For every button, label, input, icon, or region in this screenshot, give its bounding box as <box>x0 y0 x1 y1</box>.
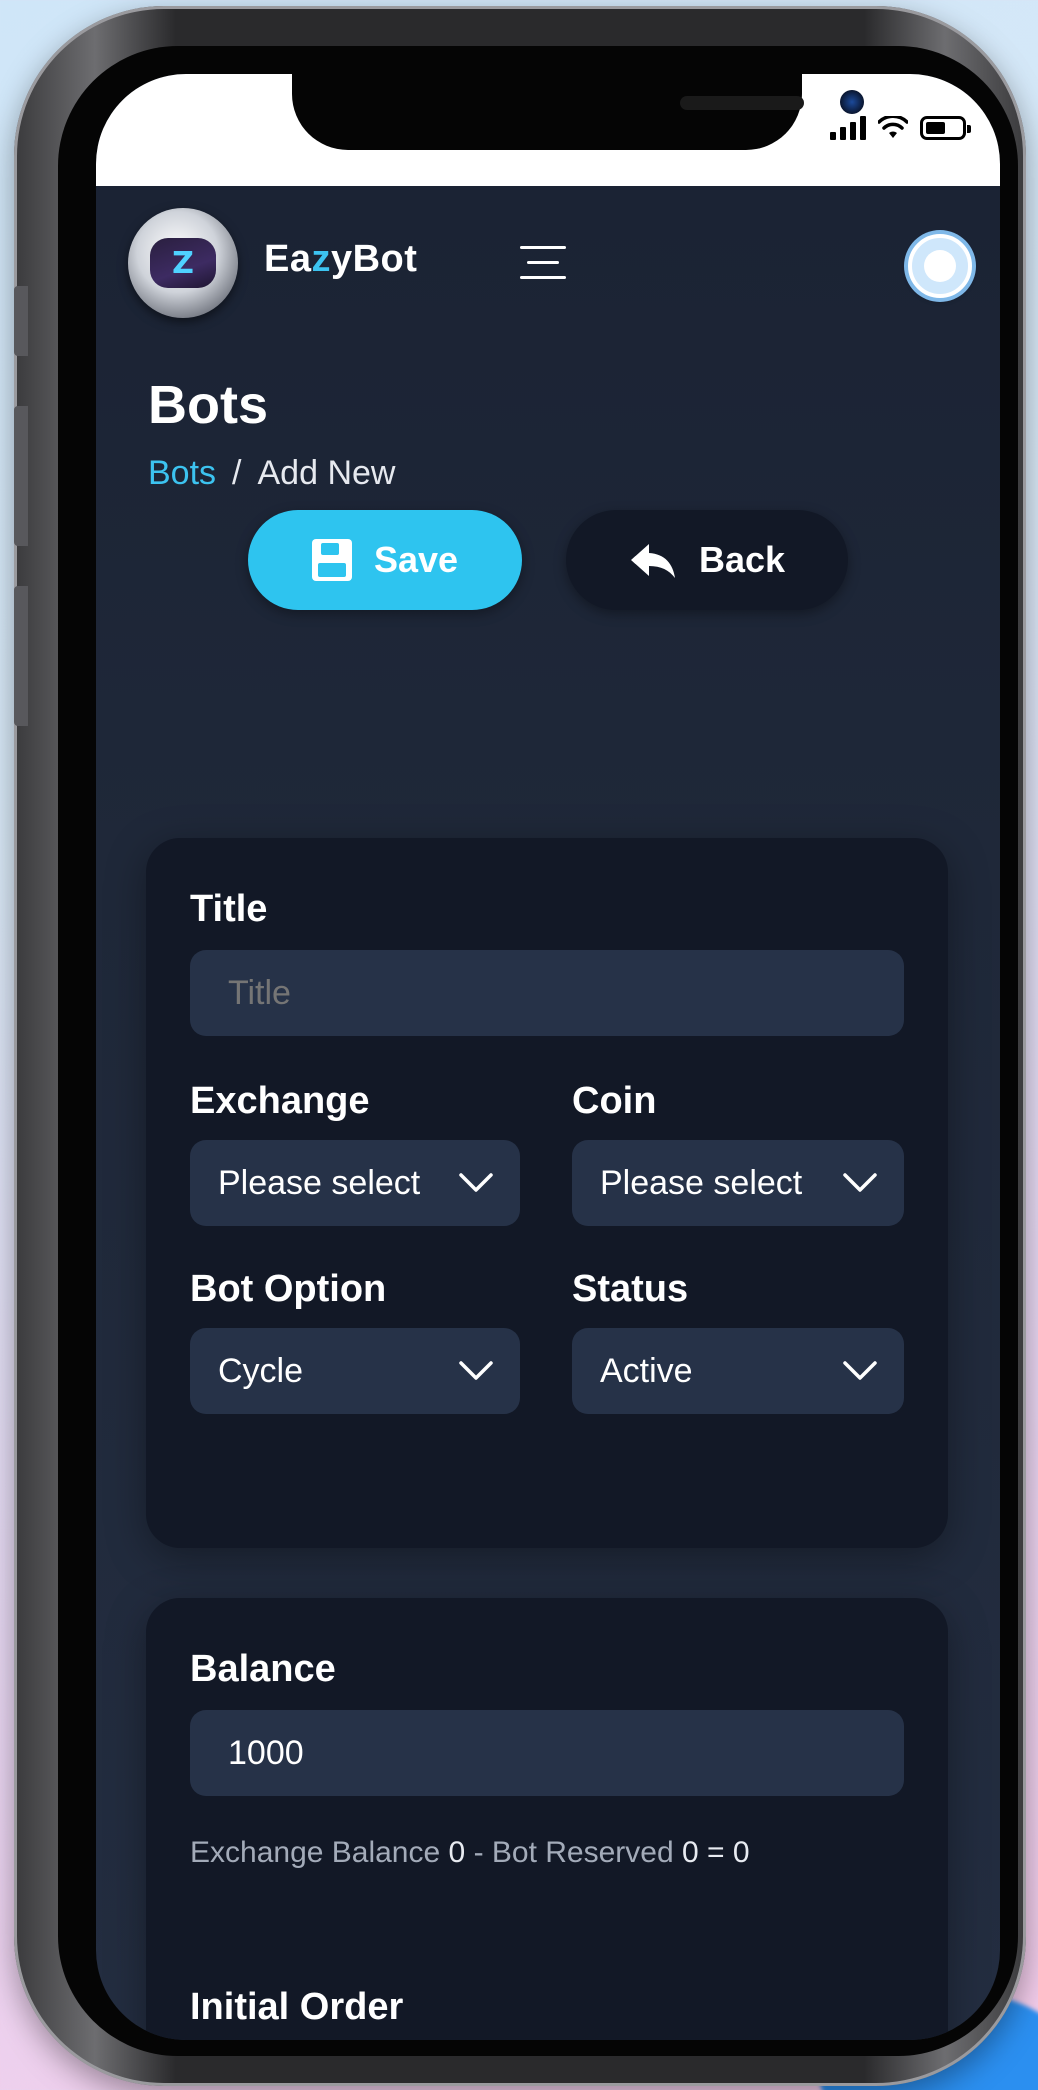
bot-reserved-value: 0 <box>682 1836 699 1869</box>
exchange-select-value: Please select <box>218 1163 421 1202</box>
battery-icon <box>920 116 971 140</box>
brand-name[interactable]: EazyBot <box>264 238 417 281</box>
status-select[interactable]: Active <box>572 1328 904 1414</box>
breadcrumb-separator: / <box>232 454 242 492</box>
breadcrumb: Bots / Add New <box>148 454 395 493</box>
balance-input[interactable] <box>190 1710 904 1796</box>
side-volume-down-button <box>14 586 28 726</box>
save-button[interactable]: Save <box>248 510 522 610</box>
phone-screen: Z EazyBot Bots Bots / Add New Save Back <box>96 74 1000 2040</box>
status-bar <box>96 74 1000 186</box>
title-label: Title <box>190 888 268 930</box>
coin-label: Coin <box>572 1080 657 1122</box>
status-icons <box>830 116 971 140</box>
save-button-label: Save <box>373 539 459 580</box>
bot-details-card: Title Exchange Please select Coin Please… <box>146 838 948 1548</box>
balance-helper-text: Exchange Balance 0 - Bot Reserved 0 = 0 <box>190 1836 750 1870</box>
brand-suffix: yBot <box>330 238 418 280</box>
speaker <box>680 96 804 110</box>
breadcrumb-current: Add New <box>257 454 396 492</box>
bot-option-label: Bot Option <box>190 1268 387 1310</box>
back-button[interactable]: Back <box>566 510 848 610</box>
logo-letter: Z <box>150 238 216 288</box>
floppy-disk-icon <box>311 539 352 581</box>
hamburger-menu-icon[interactable] <box>520 246 566 282</box>
balance-result-value: 0 <box>732 1836 750 1869</box>
reply-arrow-icon <box>630 544 675 578</box>
brand-highlight: z <box>311 238 331 280</box>
chevron-down-icon <box>843 1361 877 1380</box>
breadcrumb-link-bots[interactable]: Bots <box>148 454 216 493</box>
balance-label: Balance <box>190 1648 336 1690</box>
status-select-value: Active <box>600 1351 693 1390</box>
chevron-down-icon <box>459 1173 493 1192</box>
helper-dash: - <box>473 1836 484 1869</box>
back-button-label: Back <box>698 539 786 580</box>
signal-icon <box>830 116 866 140</box>
title-input[interactable] <box>190 950 904 1036</box>
bot-option-select-value: Cycle <box>218 1351 304 1390</box>
app-header: Z EazyBot <box>96 186 1000 326</box>
brand-logo[interactable]: Z <box>128 208 238 318</box>
page-title: Bots <box>148 375 268 435</box>
bot-option-select[interactable]: Cycle <box>190 1328 520 1414</box>
initial-order-label: Initial Order <box>190 1986 404 2028</box>
front-camera <box>840 90 864 114</box>
exchange-select[interactable]: Please select <box>190 1140 520 1226</box>
wifi-icon <box>878 116 908 138</box>
exchange-balance-value: 0 <box>448 1836 466 1869</box>
helper-equals: = <box>707 1836 725 1869</box>
bot-reserved-text: Bot Reserved <box>491 1836 674 1869</box>
exchange-label: Exchange <box>190 1080 370 1122</box>
exchange-balance-text: Exchange Balance <box>190 1836 441 1869</box>
phone-frame: Z EazyBot Bots Bots / Add New Save Back <box>14 6 1026 2086</box>
notch <box>292 74 864 150</box>
side-mute-button <box>14 286 28 356</box>
status-label: Status <box>572 1268 689 1310</box>
balance-card: Balance Exchange Balance 0 - Bot Reserve… <box>146 1598 948 2040</box>
chevron-down-icon <box>843 1173 877 1192</box>
brand-prefix: Ea <box>264 238 312 280</box>
chevron-down-icon <box>459 1361 493 1380</box>
coin-select[interactable]: Please select <box>572 1140 904 1226</box>
theme-toggle[interactable] <box>908 234 972 298</box>
coin-select-value: Please select <box>600 1163 803 1202</box>
side-volume-up-button <box>14 406 28 546</box>
